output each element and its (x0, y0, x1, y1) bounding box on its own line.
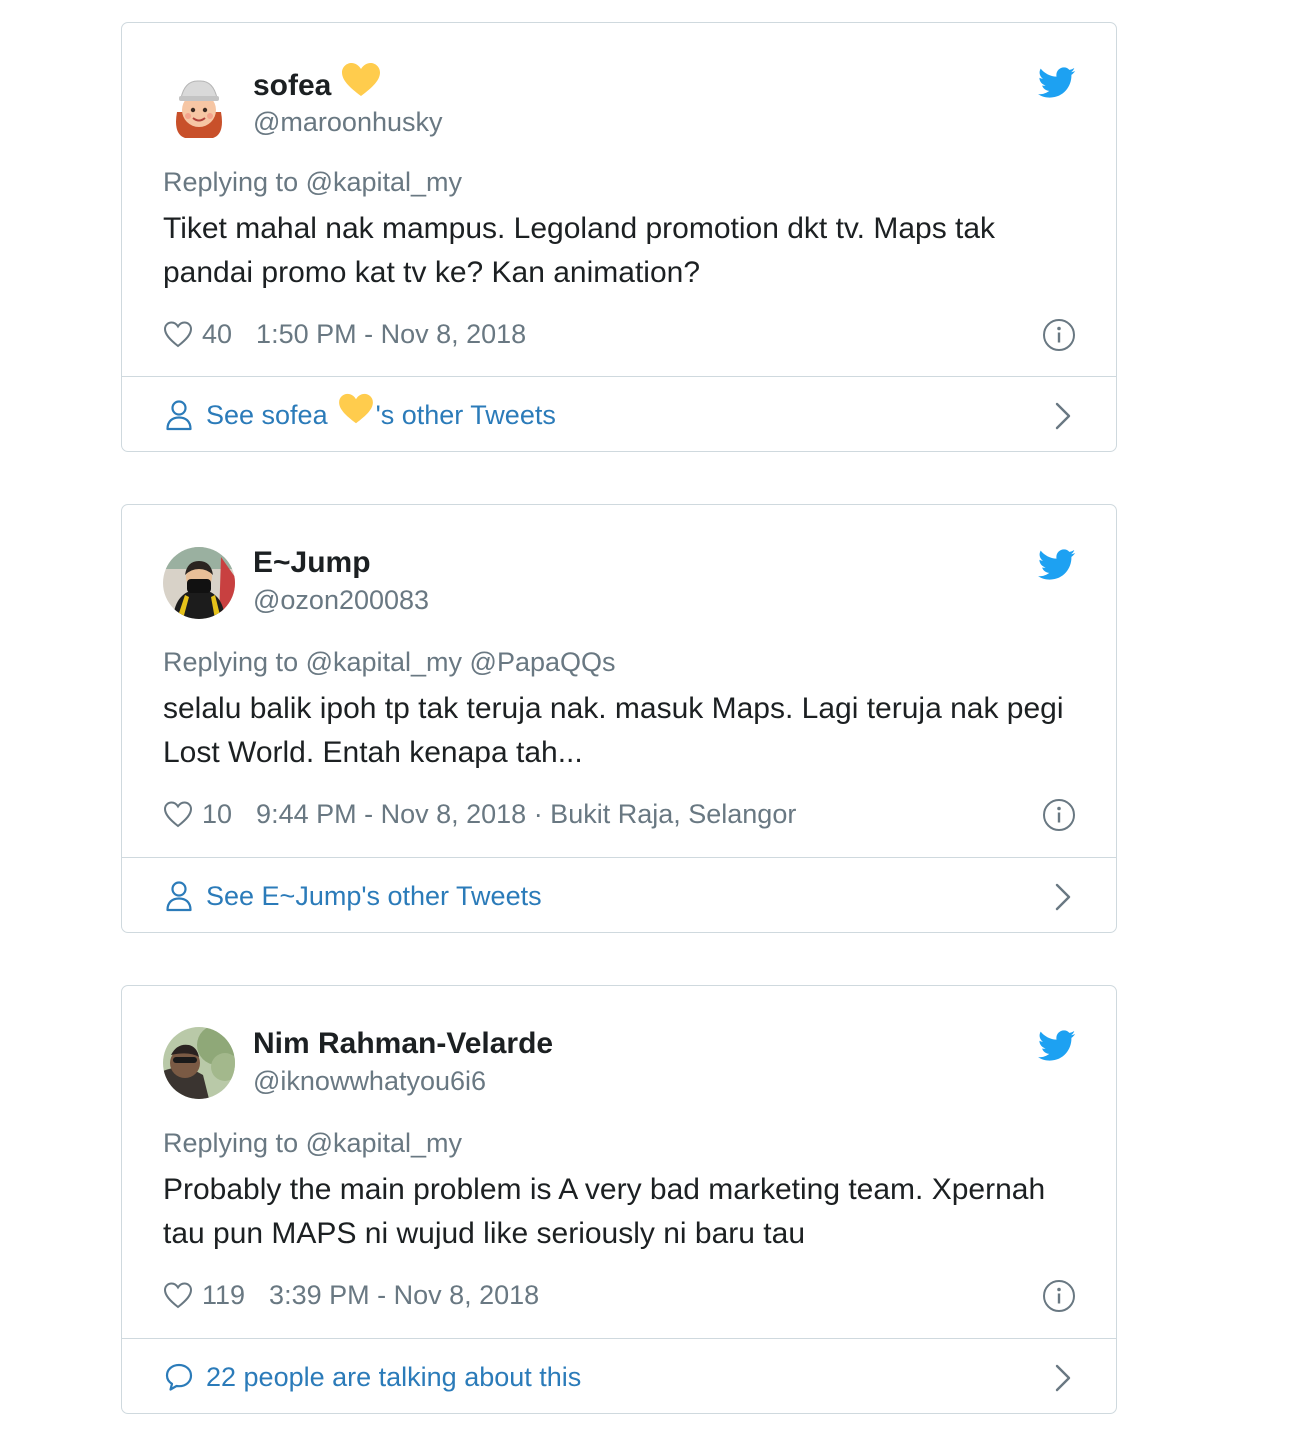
yellow-heart-icon (341, 62, 381, 106)
display-name[interactable]: E~Jump (253, 546, 371, 580)
replying-to[interactable]: Replying to @kapital_my (163, 167, 462, 197)
see-other-tweets-link[interactable]: See E~Jump's other Tweets (122, 858, 1116, 933)
timestamp[interactable]: 1:50 PM - Nov 8, 2018 (256, 317, 526, 351)
footer-label[interactable]: See sofea 's other Tweets (206, 394, 556, 434)
speech-bubble-icon (165, 1363, 193, 1391)
display-name-text[interactable]: sofea (253, 69, 331, 102)
tweet-text: selalu balik ipoh tp tak teruja nak. mas… (163, 692, 1064, 769)
like-count[interactable]: 119 (202, 1278, 245, 1312)
user-handle[interactable]: @maroonhusky (253, 107, 443, 137)
tweet-card-sofea: sofea @maroonhusky Replying to @kapital_… (121, 22, 1117, 452)
tweet-card-nim: Nim Rahman-Velarde @iknowwhatyou6i6 Repl… (121, 985, 1117, 1414)
tweet-meta: 40 1:50 PM - Nov 8, 2018 (163, 317, 526, 351)
like-heart-icon[interactable] (163, 800, 193, 828)
avatar-nim[interactable] (163, 1027, 235, 1099)
twitter-bird-icon[interactable] (1038, 1030, 1076, 1062)
avatar-sofea[interactable] (163, 72, 235, 144)
footer-label-suffix[interactable]: 's other Tweets (376, 400, 556, 430)
display-name[interactable]: Nim Rahman-Velarde (253, 1027, 553, 1061)
tweet-meta: 10 9:44 PM - Nov 8, 2018 · Bukit Raja, S… (163, 797, 796, 831)
like-count[interactable]: 10 (202, 797, 232, 831)
replying-to[interactable]: Replying to @kapital_my (163, 1128, 462, 1158)
timestamp[interactable]: 3:39 PM - Nov 8, 2018 (269, 1278, 539, 1312)
yellow-heart-icon (338, 393, 374, 434)
like-heart-icon[interactable] (163, 320, 193, 348)
tweet-card-ejump: E~Jump @ozon200083 Replying to @kapital_… (121, 504, 1117, 933)
timestamp[interactable]: 9:44 PM - Nov 8, 2018 · Bukit Raja, Sela… (256, 797, 796, 831)
like-count[interactable]: 40 (202, 317, 232, 351)
like-heart-icon[interactable] (163, 1281, 193, 1309)
person-icon (166, 881, 192, 912)
tweet-text: Tiket mahal nak mampus. Legoland promoti… (163, 212, 996, 289)
footer-label[interactable]: See E~Jump's other Tweets (206, 878, 542, 914)
chevron-right-icon[interactable] (1054, 1363, 1072, 1393)
footer-label[interactable]: 22 people are talking about this (206, 1359, 581, 1395)
twitter-bird-icon[interactable] (1038, 67, 1076, 99)
person-icon (166, 400, 192, 431)
info-icon[interactable] (1042, 1279, 1076, 1313)
avatar-ejump[interactable] (163, 547, 235, 619)
user-handle[interactable]: @iknowwhatyou6i6 (253, 1066, 486, 1096)
twitter-bird-icon[interactable] (1038, 549, 1076, 581)
chevron-right-icon[interactable] (1054, 882, 1072, 912)
chevron-right-icon[interactable] (1054, 401, 1072, 431)
tweet-meta: 119 3:39 PM - Nov 8, 2018 (163, 1278, 539, 1312)
display-name[interactable]: sofea (253, 63, 381, 106)
tweet-text: Probably the main problem is A very bad … (163, 1173, 1046, 1250)
info-icon[interactable] (1042, 798, 1076, 832)
conversation-link[interactable]: 22 people are talking about this (122, 1339, 1116, 1414)
see-other-tweets-link[interactable]: See sofea 's other Tweets (122, 377, 1116, 452)
replying-to[interactable]: Replying to @kapital_my @PapaQQs (163, 647, 616, 677)
info-icon[interactable] (1042, 318, 1076, 352)
footer-label-prefix[interactable]: See sofea (206, 400, 328, 430)
user-handle[interactable]: @ozon200083 (253, 585, 429, 615)
